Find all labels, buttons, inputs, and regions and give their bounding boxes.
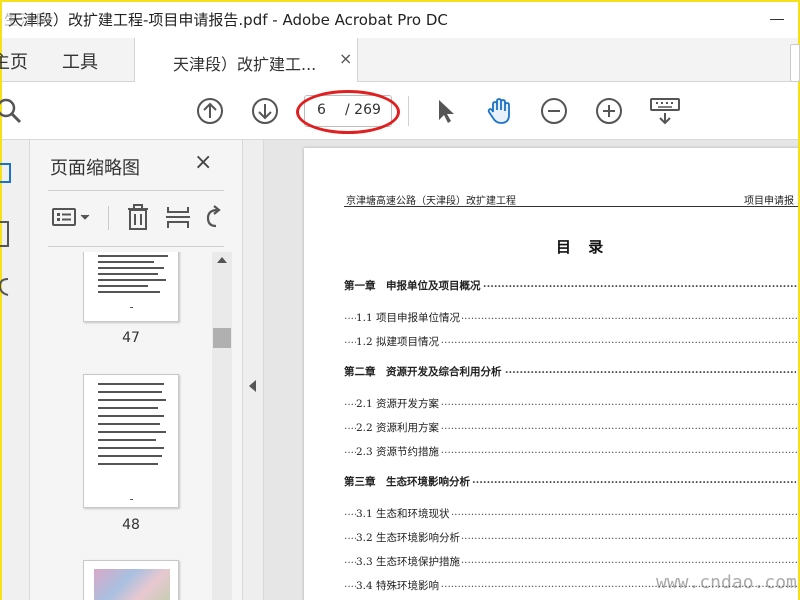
close-panel-icon[interactable]: × [194, 150, 212, 175]
window-title: 天津段）改扩建工程-项目申请报告.pdf - Adobe Acrobat Pro… [8, 11, 448, 29]
page-header-right: 项目申请报 [744, 196, 794, 207]
toolbar-divider [408, 96, 409, 126]
header-rule [344, 206, 798, 207]
toc-section-row[interactable]: ........................................… [344, 310, 798, 326]
toc-section-row[interactable]: ........................................… [344, 444, 798, 460]
zoom-in-icon[interactable] [594, 96, 624, 126]
scroll-up-arrow-icon[interactable] [217, 257, 227, 263]
toolbar: 6 / 269 [0, 82, 798, 140]
panel-divider-2 [48, 246, 224, 247]
highlight-ellipse [296, 90, 400, 134]
next-page-icon[interactable] [250, 96, 280, 126]
rotate-page-icon[interactable] [202, 202, 226, 232]
thumbnail-page-49[interactable] [83, 560, 179, 600]
insert-pages-icon[interactable] [164, 202, 192, 232]
scrollbar-thumb[interactable] [213, 328, 231, 348]
window-edge [790, 44, 800, 82]
document-viewer[interactable]: 京津塘高速公路（天津段）改扩建工程 项目申请报 目 录 ............… [264, 140, 798, 600]
document-tab-label: 天津段）改扩建工... [173, 55, 317, 74]
toc-chapter-row[interactable]: ........................................… [344, 474, 798, 490]
toc-entry-page: - 198 [796, 364, 798, 376]
toc-entry-label: 3.4 特殊环境影响 [356, 578, 442, 593]
trash-icon[interactable] [124, 202, 152, 232]
title-bar: 天津段）改扩建工程-项目申请报告.pdf - Adobe Acrobat Pro… [2, 2, 798, 38]
toc-section-row[interactable]: ........................................… [344, 506, 798, 522]
select-cursor-icon[interactable] [430, 96, 460, 126]
thumbnail-list[interactable]: 47 48 [30, 252, 242, 600]
previous-page-icon[interactable] [195, 96, 225, 126]
toc-section-row[interactable]: ........................................… [344, 530, 798, 546]
toc-entry-page: - 201 [796, 474, 798, 486]
search-icon[interactable] [0, 96, 24, 126]
page-thumbnails-icon[interactable] [0, 162, 14, 186]
thumbnail-page-number: 47 [122, 330, 140, 346]
attachments-icon[interactable] [0, 276, 14, 298]
panel-title: 页面缩略图 [50, 158, 140, 179]
tool-divider [108, 206, 109, 230]
panel-collapse-handle[interactable] [242, 140, 264, 600]
toc-heading: 目 录 [556, 238, 610, 256]
panel-divider [48, 190, 224, 191]
toc-section-row[interactable]: ........................................… [344, 420, 798, 436]
document-page: 京津塘高速公路（天津段）改扩建工程 项目申请报 目 录 ............… [304, 148, 798, 600]
bookmarks-icon[interactable] [0, 220, 14, 248]
thumbnail-page-47[interactable] [83, 252, 179, 322]
page-thumbnails-panel: 页面缩略图 × 47 48 [30, 140, 242, 600]
close-tab-icon[interactable]: × [339, 49, 352, 68]
toc-entry-label: 3.1 生态和环境现状 [356, 506, 452, 521]
toc-entry-label: 2.1 资源开发方案 [356, 396, 442, 411]
watermark-top: 生活网 [4, 13, 52, 29]
watermark-bottom: www.cndao.com [656, 572, 797, 593]
toc-entry-label: 第三章 生态环境影响分析 [344, 474, 472, 489]
left-tool-strip [0, 140, 30, 600]
toc-entry-label: 1.2 拟建项目情况 [356, 334, 442, 349]
toc-entry-label: 第二章 资源开发及综合利用分析 [344, 364, 504, 379]
toc-entry-label: 1.1 项目申报单位情况 [356, 310, 463, 325]
toc-section-row[interactable]: ........................................… [344, 396, 798, 412]
thumbnail-page-number: 48 [122, 517, 140, 533]
toc-section-row[interactable]: ........................................… [344, 554, 798, 570]
zoom-out-icon[interactable] [539, 96, 569, 126]
toc-section-row[interactable]: ........................................… [344, 334, 798, 350]
tab-bar: 主页 工具 天津段）改扩建工... × [0, 38, 800, 83]
hand-tool-icon[interactable] [484, 96, 514, 126]
toc-entry-label: 第一章 申报单位及项目概况 [344, 278, 483, 293]
toc-entry-label: 3.3 生态环境保护措施 [356, 554, 463, 569]
keyboard-icon[interactable] [648, 96, 682, 126]
tab-tools[interactable]: 工具 [62, 48, 98, 74]
tab-home[interactable]: 主页 [0, 48, 28, 74]
collapse-arrow-icon[interactable] [249, 380, 256, 392]
toc-entry-label: 2.2 资源利用方案 [356, 420, 442, 435]
toc-chapter-row[interactable]: ........................................… [344, 278, 798, 294]
thumbnail-scrollbar[interactable] [212, 252, 232, 600]
minimize-button[interactable] [770, 19, 784, 20]
toc-entry-label: 2.3 资源节约措施 [356, 444, 442, 459]
toc-chapter-row[interactable]: ........................................… [344, 364, 798, 380]
toc-entry-label: 3.2 生态环境影响分析 [356, 530, 463, 545]
page-header-left: 京津塘高速公路（天津段）改扩建工程 [346, 196, 516, 207]
options-menu-icon[interactable] [50, 202, 94, 232]
thumbnail-page-48[interactable] [83, 374, 179, 508]
tab-document[interactable]: 天津段）改扩建工... × [134, 38, 358, 83]
